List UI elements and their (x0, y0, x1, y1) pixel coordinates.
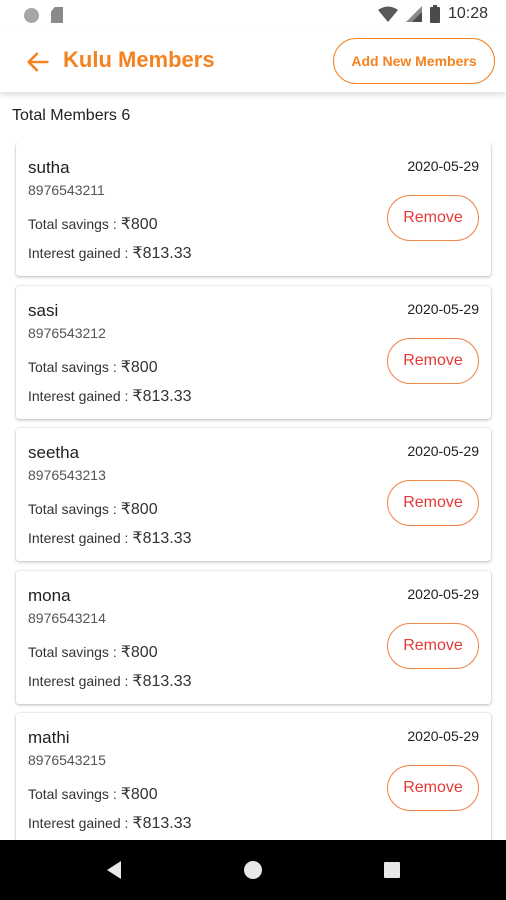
member-interest: Interest gained : ₹813.33 (28, 243, 192, 263)
interest-label: Interest gained : (28, 672, 129, 689)
savings-amount: ₹800 (120, 358, 158, 376)
savings-amount: ₹800 (120, 786, 158, 803)
savings-label: Total savings : (28, 643, 117, 660)
remove-member-button[interactable]: Remove (387, 622, 479, 669)
member-card: mathi 8976543215 2020-05-29 Total savings :… (16, 713, 491, 840)
member-interest: Interest gained : ₹813.33 (28, 813, 192, 833)
savings-label: Total savings : (28, 786, 117, 802)
remove-member-button[interactable]: Remove (387, 195, 479, 241)
savings-amount: ₹800 (120, 643, 158, 661)
savings-amount: ₹800 (120, 216, 158, 233)
member-phone: 8976543213 (28, 467, 106, 483)
page-title: Kulu Members (63, 47, 215, 72)
member-date: 2020-05-29 (407, 728, 479, 744)
sd-card-icon (51, 7, 63, 23)
interest-amount: ₹813.33 (132, 672, 192, 690)
member-name: sutha (28, 158, 70, 177)
member-name: sasi (28, 300, 59, 320)
add-new-members-button[interactable]: Add New Members (333, 38, 495, 84)
member-date: 2020-05-29 (407, 585, 479, 602)
app-bar: Kulu Members Add New Members (0, 32, 506, 92)
signal-icon (405, 6, 422, 22)
member-savings: Total savings : ₹800 (28, 499, 158, 519)
member-phone: 8976543211 (28, 182, 105, 198)
nav-back-icon[interactable] (105, 860, 123, 880)
remove-member-button[interactable]: Remove (387, 765, 479, 811)
arrow-left-icon[interactable] (24, 48, 52, 76)
member-name: mona (28, 585, 71, 605)
member-date: 2020-05-29 (407, 300, 479, 317)
interest-amount: ₹813.33 (132, 245, 192, 262)
member-name: seetha (28, 443, 80, 462)
member-savings: Total savings : ₹800 (28, 214, 158, 234)
member-name: mathi (28, 728, 70, 747)
status-time: 10:28 (447, 5, 488, 22)
member-list[interactable]: sutha 8976543211 2020-05-29 Total savings :… (0, 143, 506, 840)
nav-recent-icon[interactable] (384, 862, 400, 878)
member-phone: 8976543214 (28, 609, 106, 626)
member-savings: Total savings : ₹800 (28, 784, 158, 804)
notification-dot-icon (24, 7, 39, 23)
member-phone: 8976543215 (28, 752, 106, 768)
battery-icon (429, 5, 440, 23)
member-card: sutha 8976543211 2020-05-29 Total savings :… (16, 143, 491, 276)
status-left (24, 7, 63, 23)
savings-amount: ₹800 (120, 501, 158, 518)
remove-member-button[interactable]: Remove (387, 480, 479, 526)
navigation-bar (0, 840, 506, 900)
savings-label: Total savings : (28, 501, 117, 517)
member-card: mona 8976543214 2020-05-29 Total savings : ₹… (16, 570, 491, 704)
member-savings: Total savings : ₹800 (28, 357, 158, 377)
member-interest: Interest gained : ₹813.33 (28, 528, 192, 548)
wifi-icon (377, 6, 398, 22)
interest-label: Interest gained : (28, 815, 129, 831)
member-date: 2020-05-29 (407, 158, 479, 174)
interest-amount: ₹813.33 (132, 815, 192, 832)
interest-label: Interest gained : (28, 245, 129, 261)
interest-amount: ₹813.33 (132, 530, 192, 547)
savings-label: Total savings : (28, 216, 117, 232)
status-right: 10:28 (377, 5, 488, 23)
member-interest: Interest gained : ₹813.33 (28, 671, 192, 691)
savings-label: Total savings : (28, 358, 117, 375)
remove-member-button[interactable]: Remove (387, 337, 479, 384)
member-card: seetha 8976543213 2020-05-29 Total savings … (16, 428, 491, 561)
member-phone: 8976543212 (28, 324, 106, 341)
member-interest: Interest gained : ₹813.33 (28, 386, 192, 406)
total-members-count: Total Members 6 (12, 107, 131, 124)
interest-label: Interest gained : (28, 530, 129, 546)
member-date: 2020-05-29 (407, 443, 479, 459)
member-savings: Total savings : ₹800 (28, 642, 158, 662)
status-bar: 10:28 (0, 0, 506, 32)
member-card: sasi 8976543212 2020-05-29 Total savings : ₹… (16, 285, 491, 419)
nav-home-icon[interactable] (244, 861, 262, 879)
interest-amount: ₹813.33 (132, 387, 192, 405)
interest-label: Interest gained : (28, 387, 129, 404)
